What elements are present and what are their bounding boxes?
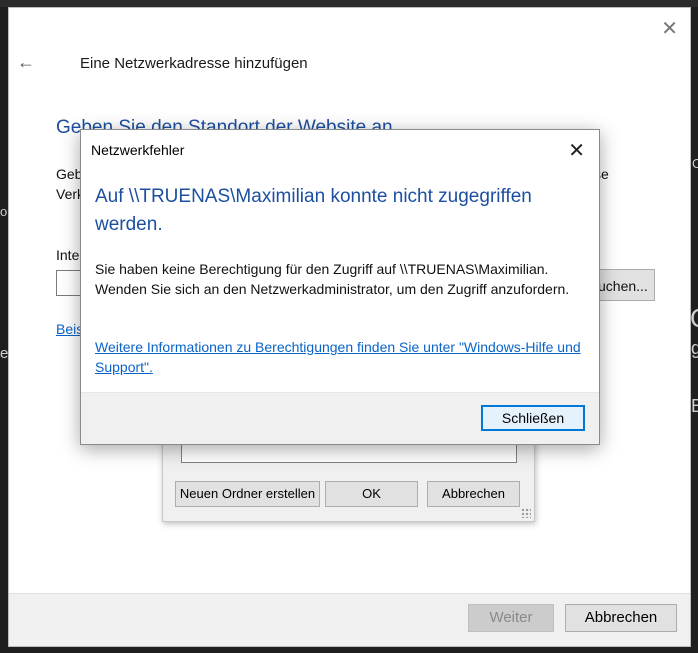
folder-cancel-button[interactable]: Abbrechen	[427, 481, 520, 507]
wizard-footer: Weiter Abbrechen	[9, 593, 690, 646]
network-error-dialog: Netzwerkfehler ✕ Auf \\TRUENAS\Maximilia…	[80, 129, 600, 445]
resize-grip-icon[interactable]	[521, 508, 531, 518]
background-char: B	[691, 396, 698, 416]
background-char: g	[691, 338, 698, 358]
error-message: Sie haben keine Berechtigung für den Zug…	[95, 261, 570, 297]
browse-folder-dialog: Neuen Ordner erstellen OK Abbrechen	[162, 436, 535, 522]
close-button[interactable]: Schließen	[481, 405, 585, 431]
background-char: O	[692, 156, 698, 171]
close-icon[interactable]: ✕	[661, 16, 678, 41]
help-link[interactable]: Weitere Informationen zu Berechtigungen …	[95, 337, 585, 377]
cancel-button[interactable]: Abbrechen	[565, 604, 677, 632]
dialog-title: Netzwerkfehler	[91, 142, 185, 158]
background-char: o	[0, 204, 8, 219]
back-arrow-icon[interactable]: ←	[17, 52, 35, 73]
background-char: C	[690, 303, 698, 334]
new-folder-button[interactable]: Neuen Ordner erstellen	[175, 481, 320, 507]
wizard-description-line1: Geb	[56, 166, 83, 182]
next-button[interactable]: Weiter	[468, 604, 554, 632]
close-icon[interactable]: ✕	[568, 138, 585, 163]
error-heading: Auf \\TRUENAS\Maximilian konnte nicht zu…	[95, 186, 532, 235]
background-window-strip-top	[0, 0, 698, 7]
wizard-title: Eine Netzwerkadresse hinzufügen	[80, 55, 308, 72]
ok-button[interactable]: OK	[325, 481, 418, 507]
address-field-label: Inte	[56, 247, 80, 263]
dialog-footer: Schließen	[81, 392, 599, 444]
